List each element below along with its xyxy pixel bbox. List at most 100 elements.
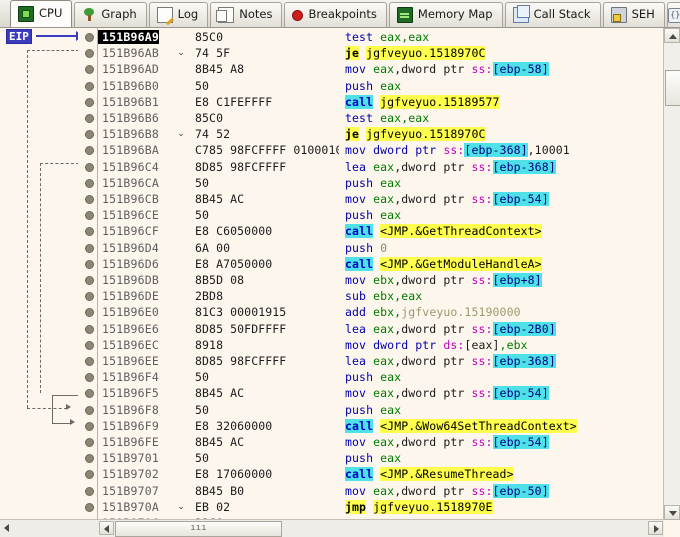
breakpoint-dot-icon[interactable]	[85, 49, 94, 59]
breakpoint-dot-icon[interactable]	[85, 146, 94, 156]
tab-cpu[interactable]: CPU	[10, 0, 73, 27]
row-opcode-bytes: E8 A7050000	[195, 256, 273, 271]
breakpoint-dot-icon[interactable]	[85, 486, 94, 496]
table-row[interactable]: 151B96DE	[98, 288, 173, 304]
breakpoint-dot-icon[interactable]	[85, 502, 94, 512]
breakpoint-dot-icon[interactable]	[85, 81, 94, 91]
breakpoint-dot-icon[interactable]	[85, 454, 94, 464]
breakpoint-dot-icon[interactable]	[85, 373, 94, 383]
tab-graph-label: Graph	[101, 7, 137, 22]
table-row[interactable]: 151B96CA	[98, 175, 173, 191]
table-row[interactable]: 151B96FE	[98, 434, 173, 450]
table-row[interactable]: 151B96B6	[98, 110, 173, 126]
breakpoint-dot-icon[interactable]	[85, 421, 94, 431]
breakpoint-dot-icon[interactable]	[85, 389, 94, 399]
breakpoint-dot-icon[interactable]	[85, 227, 94, 237]
scroll-down-button[interactable]	[664, 505, 680, 520]
tab-memory-map[interactable]: Memory Map	[388, 2, 503, 27]
table-row[interactable]: 151B9707	[98, 483, 173, 499]
breakpoint-dot-icon[interactable]	[85, 195, 94, 204]
scroll-up-button[interactable]	[664, 28, 680, 43]
breakpoint-dot-icon[interactable]	[85, 276, 94, 285]
row-instruction: test eax,eax	[339, 111, 429, 125]
instruction-token: eax,eax	[380, 30, 430, 44]
breakpoint-dot-icon[interactable]	[85, 292, 94, 302]
chevron-down-icon[interactable]: ⌄	[175, 45, 187, 61]
row-address: 151B96F8	[102, 402, 159, 417]
table-row: call <JMP.&ResumeThread>	[339, 466, 661, 482]
breakpoint-dot-icon[interactable]	[85, 259, 94, 269]
table-row[interactable]: 151B96E0	[98, 304, 173, 320]
table-row[interactable]: 151B96AB	[98, 45, 173, 61]
breakpoint-dot-icon[interactable]	[85, 178, 94, 188]
tab-graph[interactable]: Graph	[74, 2, 147, 27]
table-row[interactable]: 151B96B1	[98, 94, 173, 110]
row-opcode-bytes: 74 52	[195, 127, 231, 142]
table-row[interactable]: 151B96A9	[98, 29, 173, 45]
breakpoint-dot-icon[interactable]	[85, 324, 94, 334]
table-row[interactable]: 151B96F8	[98, 402, 173, 418]
scroll-left-button[interactable]	[99, 521, 114, 535]
breakpoint-dot-icon[interactable]	[85, 33, 94, 42]
table-row[interactable]: 151B970A	[98, 499, 173, 515]
breakpoint-dot-icon[interactable]	[85, 340, 94, 350]
tab-call-stack[interactable]: Call Stack	[504, 2, 601, 27]
row-opcode-bytes: E8 17060000	[195, 467, 273, 482]
table-row[interactable]: 151B96CB	[98, 191, 173, 207]
table-row[interactable]: 151B96D6	[98, 256, 173, 272]
instruction-token: push	[345, 240, 381, 255]
table-row[interactable]: 151B9702	[98, 466, 173, 482]
tab-script[interactable]: {}	[666, 2, 680, 27]
breakpoint-dot-icon[interactable]	[85, 65, 94, 75]
breakpoint-dot-icon[interactable]	[85, 211, 94, 221]
breakpoint-dot-icon[interactable]	[85, 308, 94, 318]
breakpoint-dot-icon[interactable]	[85, 438, 94, 447]
breakpoint-dot-icon[interactable]	[85, 97, 94, 107]
row-address: 151B96AB	[102, 46, 159, 61]
table-row[interactable]: 151B96F9	[98, 418, 173, 434]
table-row[interactable]: 151B96CF	[98, 223, 173, 239]
tab-notes[interactable]: Notes	[210, 2, 283, 27]
table-row[interactable]: 151B96F4	[98, 369, 173, 385]
table-row[interactable]: 151B96F5	[98, 385, 173, 401]
table-row[interactable]: 151B96AD	[98, 61, 173, 77]
table-row[interactable]: 151B96B8	[98, 126, 173, 142]
horizontal-scroll-thumb[interactable]: ııı	[115, 521, 282, 537]
table-row[interactable]: 151B96D4	[98, 240, 173, 256]
tab-seh[interactable]: SEH	[602, 2, 665, 27]
table-row[interactable]: 151B96EE	[98, 353, 173, 369]
jump-guide-bottom-3	[52, 423, 72, 424]
breakpoint-dot-icon[interactable]	[85, 114, 94, 123]
breakpoint-dot-icon[interactable]	[85, 243, 94, 253]
vertical-scroll-thumb[interactable]	[665, 70, 680, 106]
table-row[interactable]: 151B96BA	[98, 142, 173, 158]
table-row[interactable]: 151B96DB	[98, 272, 173, 288]
instruction-token: ss:	[471, 321, 493, 336]
row-address: 151B9707	[102, 483, 159, 498]
breakpoint-dot-icon[interactable]	[85, 357, 94, 366]
vertical-scrollbar[interactable]	[663, 28, 680, 520]
table-row[interactable]: 151B96B0	[98, 78, 173, 94]
instruction-token: [ebp-368]	[464, 143, 528, 158]
tab-log[interactable]: Log	[148, 2, 209, 27]
table-row[interactable]: 151B96EC	[98, 337, 173, 353]
scroll-right-button[interactable]	[648, 521, 663, 535]
fold-markers-column[interactable]: ⌄ ⌄ ⌄	[173, 28, 189, 520]
table-row[interactable]: 151B96CE	[98, 207, 173, 223]
breakpoint-dot-icon[interactable]	[85, 470, 94, 480]
table-row: mov eax,dword ptr ss:[ebp-54]	[339, 191, 661, 207]
table-row[interactable]: 151B96C4	[98, 159, 173, 175]
breakpoint-dot-icon[interactable]	[85, 162, 94, 172]
breakpoint-dot-icon[interactable]	[85, 405, 94, 415]
tab-breakpoints[interactable]: Breakpoints	[284, 2, 387, 27]
table-row[interactable]: 151B96E6	[98, 321, 173, 337]
horizontal-scrollbar[interactable]: ııı	[98, 519, 664, 537]
tab-bar: CPU Graph Log Notes Breakpoints Memory M…	[0, 0, 680, 28]
chevron-down-icon[interactable]: ⌄	[175, 499, 187, 515]
breakpoint-dot-icon[interactable]	[85, 130, 94, 140]
table-row: 50	[189, 175, 339, 191]
scrollbar-left-corner[interactable]	[0, 519, 98, 537]
table-row[interactable]: 151B9701	[98, 450, 173, 466]
chevron-down-icon[interactable]: ⌄	[175, 126, 187, 142]
breakpoint-bullets-column[interactable]	[78, 28, 98, 537]
